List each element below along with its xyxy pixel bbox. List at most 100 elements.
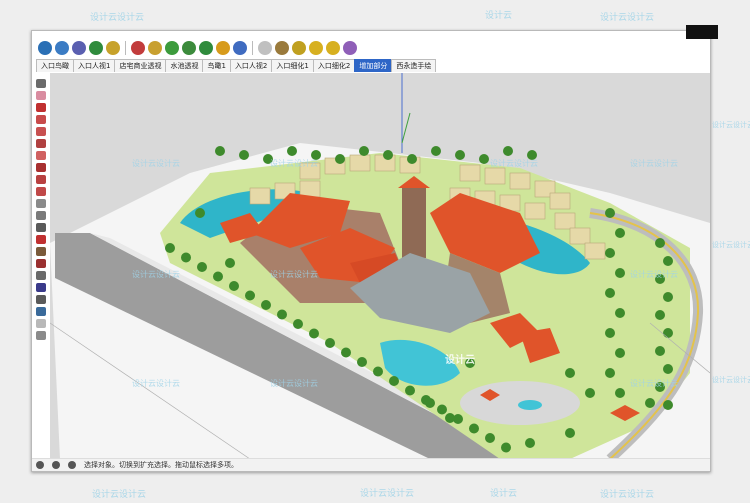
look-tool-icon[interactable]	[36, 307, 46, 316]
arrow-icon[interactable]	[131, 41, 145, 55]
pan-tool-icon[interactable]	[36, 271, 46, 280]
tree	[605, 328, 615, 338]
tree	[181, 252, 191, 263]
watermark-logo: 设计云	[445, 354, 475, 366]
hammer-icon[interactable]	[275, 41, 289, 55]
tree	[615, 268, 625, 278]
rectangle-tool-icon[interactable]	[36, 127, 46, 136]
status-text: 选择对象。切换到扩充选择。拖动鼠标选择多项。	[84, 461, 238, 469]
circle-icon[interactable]	[216, 41, 230, 55]
arc-tool-icon[interactable]	[36, 115, 46, 124]
bell-tower	[402, 188, 426, 258]
tree	[325, 338, 335, 348]
scene-tab[interactable]: 入口细化2	[312, 59, 356, 72]
tree	[165, 243, 175, 253]
tree	[225, 258, 235, 268]
circle-icon[interactable]	[233, 41, 247, 55]
wand-icon[interactable]	[292, 41, 306, 55]
eraser-tool-icon[interactable]	[36, 91, 46, 100]
circle-icon[interactable]	[326, 41, 340, 55]
tree	[663, 292, 673, 302]
globe-icon[interactable]	[55, 41, 69, 55]
tree	[605, 368, 615, 378]
site-model	[50, 73, 710, 459]
scene-tab[interactable]: 水池透视	[165, 59, 204, 72]
walk-tool-icon[interactable]	[36, 295, 46, 304]
tree	[615, 228, 625, 238]
watermark: 设计云	[485, 11, 513, 21]
scene-tab[interactable]: 入口人视2	[229, 59, 273, 72]
watermark: 设计云	[490, 489, 518, 499]
tree	[655, 346, 665, 356]
residential-block	[584, 242, 606, 260]
watermark: 设计云设计云	[132, 159, 180, 168]
residential-block	[249, 187, 271, 205]
cube-icon[interactable]	[343, 41, 357, 55]
scene-tab[interactable]: 增加部分	[354, 59, 393, 72]
scene-tab[interactable]: 西永造手绘	[391, 59, 437, 72]
offset-tool-icon[interactable]	[36, 199, 46, 208]
watermark: 设计云设计云	[600, 13, 655, 23]
axes-tool-icon[interactable]	[36, 235, 46, 244]
residential-block	[509, 172, 531, 190]
tape-tool-icon[interactable]	[36, 211, 46, 220]
push-pull-tool-icon[interactable]	[36, 163, 46, 172]
tree	[663, 400, 673, 410]
globe-icon[interactable]	[89, 41, 103, 55]
text-tool-icon[interactable]	[36, 223, 46, 232]
move-tool-icon[interactable]	[36, 175, 46, 184]
tree	[503, 146, 513, 156]
scene-tab[interactable]: 入口细化1	[271, 59, 314, 72]
watermark: 设计云设计云	[132, 379, 180, 388]
scene-tab[interactable]: 入口鸟瞰	[36, 59, 74, 72]
tree	[335, 154, 345, 164]
tree	[585, 388, 595, 398]
globe-icon[interactable]	[199, 41, 213, 55]
residential-block	[524, 202, 546, 220]
tree	[615, 308, 625, 318]
watermark: 设计云设计云	[712, 121, 750, 129]
zoom-tool-icon[interactable]	[36, 283, 46, 292]
paint-tool-icon[interactable]	[36, 247, 46, 256]
circle-icon[interactable]	[258, 41, 272, 55]
tree	[239, 150, 249, 160]
tree	[287, 146, 297, 156]
residential-block	[484, 167, 506, 185]
tree	[605, 248, 615, 258]
residential-block	[459, 164, 481, 182]
scene-tab[interactable]: 入口人视1	[73, 59, 116, 72]
plant-icon[interactable]	[165, 41, 179, 55]
select-tool-icon[interactable]	[36, 79, 46, 88]
scene-tab[interactable]: 鸟瞰1	[202, 59, 231, 72]
watermark: 设计云设计云	[712, 376, 750, 384]
star-icon[interactable]	[148, 41, 162, 55]
3d-viewport[interactable]: 设计云设计云 设计云设计云 设计云设计云 设计云设计云 设计云设计云 设计云设计…	[50, 73, 710, 459]
watermark: 设计云设计云	[270, 159, 318, 168]
polygon-tool-icon[interactable]	[36, 151, 46, 160]
plant-icon[interactable]	[182, 41, 196, 55]
watermark: 设计云设计云	[90, 13, 145, 23]
rotate-tool-icon[interactable]	[36, 187, 46, 196]
circle-tool-icon[interactable]	[36, 139, 46, 148]
pencil-icon[interactable]	[106, 41, 120, 55]
tree	[501, 442, 511, 453]
tree	[407, 154, 417, 164]
tree	[293, 319, 303, 329]
pencil-tool-icon[interactable]	[36, 103, 46, 112]
circle-icon[interactable]	[309, 41, 323, 55]
orbit-tool-icon[interactable]	[36, 259, 46, 268]
watermark: 设计云设计云	[270, 270, 318, 279]
tree	[437, 404, 447, 415]
user-icon	[52, 461, 60, 469]
tree	[485, 433, 495, 443]
shadow-tool-icon[interactable]	[36, 331, 46, 340]
section-tool-icon[interactable]	[36, 319, 46, 328]
tree	[469, 423, 479, 434]
info-icon	[36, 461, 44, 469]
tree	[213, 271, 223, 282]
tree	[479, 154, 489, 164]
scene-tab[interactable]: 店宅商业透视	[114, 59, 167, 72]
globe-icon[interactable]	[38, 41, 52, 55]
globe-icon[interactable]	[72, 41, 86, 55]
residential-block	[554, 212, 576, 230]
